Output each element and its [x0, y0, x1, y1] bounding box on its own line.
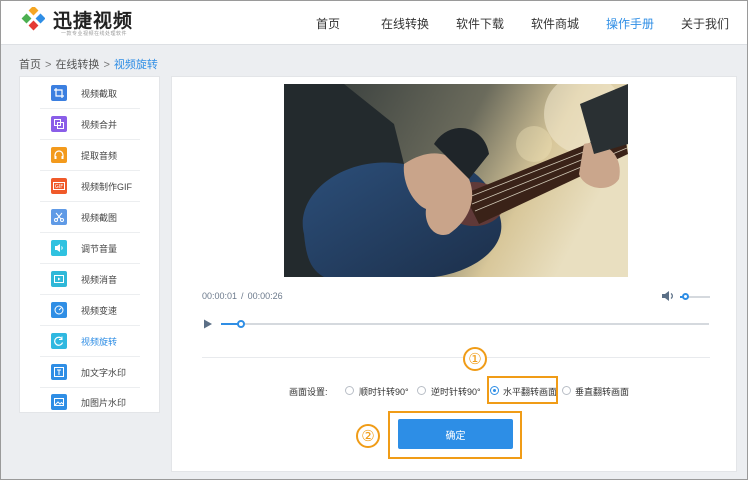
- sidebar-item-video-speed[interactable]: 视频变速: [20, 295, 159, 325]
- nav-home[interactable]: 首页: [316, 15, 340, 32]
- sidebar-item-label: 提取音频: [81, 151, 118, 161]
- radio-rotate-clockwise[interactable]: [345, 386, 354, 395]
- annotation-highlight-flip-horizontal: [487, 376, 558, 404]
- total-duration: 00:00:26: [247, 291, 283, 301]
- picture-settings-label: 画面设置:: [289, 387, 328, 397]
- nav-about[interactable]: 关于我们: [681, 15, 729, 32]
- video-preview[interactable]: [284, 84, 628, 277]
- crop-icon: [51, 85, 67, 101]
- current-time: 00:00:01: [202, 291, 238, 301]
- main-panel: 00:00:01/00:00:26 画面设置: 顺时针转90° 逆时针转90° …: [171, 76, 737, 472]
- play-icon[interactable]: [203, 319, 213, 329]
- annotation-step-2: ②: [356, 424, 380, 448]
- sidebar-item-adjust-volume[interactable]: 调节音量: [20, 233, 159, 263]
- sidebar-item-label: 视频截取: [81, 89, 118, 99]
- content-divider: [202, 357, 710, 358]
- breadcrumb-separator: >: [45, 59, 52, 71]
- annotation-highlight-confirm: [388, 411, 522, 459]
- radio-flip-vertical[interactable]: [562, 386, 571, 395]
- logo-title[interactable]: 迅捷视频: [53, 6, 133, 33]
- volume-icon: [51, 240, 67, 256]
- sidebar-item-label: 视频变速: [81, 306, 118, 316]
- nav-online-convert[interactable]: 在线转换: [381, 15, 429, 32]
- option-flip-vertical-label[interactable]: 垂直翻转画面: [575, 385, 629, 398]
- time-display: 00:00:01/00:00:26: [202, 291, 283, 301]
- sidebar-item-video-merge[interactable]: 视频合并: [20, 109, 159, 139]
- option-rotate-counterclockwise-label[interactable]: 逆时针转90°: [431, 385, 481, 398]
- sidebar-item-label: 加图片水印: [81, 398, 127, 408]
- speaker-icon[interactable]: [661, 290, 675, 302]
- nav-manual[interactable]: 操作手册: [606, 15, 654, 32]
- sidebar-item-label: 视频合并: [81, 120, 118, 130]
- header-divider: [1, 44, 747, 45]
- breadcrumb-current: 视频旋转: [113, 59, 158, 71]
- logo-subtitle: 一款专业视频在线处理软件: [61, 31, 128, 37]
- text-watermark-icon: [51, 364, 67, 380]
- time-separator: /: [241, 291, 244, 301]
- volume-slider-handle[interactable]: [682, 293, 689, 300]
- sidebar-item-video-gif[interactable]: GIF 视频制作GIF: [20, 171, 159, 201]
- rotate-icon: [51, 333, 67, 349]
- breadcrumb-online-convert[interactable]: 在线转换: [55, 59, 99, 71]
- nav-software-store[interactable]: 软件商城: [531, 15, 579, 32]
- sidebar-item-label: 视频消音: [81, 275, 118, 285]
- logo-icon: [21, 7, 45, 31]
- sidebar-item-text-watermark[interactable]: 加文字水印: [20, 357, 159, 387]
- progress-bar-track[interactable]: [221, 323, 709, 325]
- merge-icon: [51, 116, 67, 132]
- option-rotate-clockwise-label[interactable]: 顺时针转90°: [359, 385, 409, 398]
- sidebar-item-label: 调节音量: [81, 244, 118, 254]
- headphones-icon: [51, 147, 67, 163]
- breadcrumb: 首页 > 在线转换 > 视频旋转: [19, 56, 158, 72]
- sidebar-item-video-trim[interactable]: 视频截取: [20, 78, 159, 108]
- sidebar-item-label: 视频旋转: [81, 337, 118, 347]
- nav-software-download[interactable]: 软件下载: [456, 15, 504, 32]
- sidebar-item-label: 视频截图: [81, 213, 118, 223]
- video-frame-guitar: [284, 84, 628, 277]
- svg-text:GIF: GIF: [55, 184, 63, 190]
- gif-icon: GIF: [51, 178, 67, 194]
- sidebar-item-extract-audio[interactable]: 提取音频: [20, 140, 159, 170]
- sidebar: 视频截取 视频合并 提取音频 GIF 视频制作GIF 视频截图 调节音量 视频消…: [19, 76, 160, 413]
- image-watermark-icon: [51, 394, 67, 410]
- scissors-icon: [51, 209, 67, 225]
- radio-rotate-counterclockwise[interactable]: [417, 386, 426, 395]
- breadcrumb-separator: >: [103, 59, 110, 71]
- annotation-step-1: ①: [463, 347, 487, 371]
- sidebar-item-video-mute[interactable]: 视频消音: [20, 264, 159, 294]
- site-header: 迅捷视频 一款专业视频在线处理软件 首页 在线转换 软件下载 软件商城 操作手册…: [1, 1, 747, 44]
- breadcrumb-home[interactable]: 首页: [19, 59, 41, 71]
- sidebar-item-video-rotate[interactable]: 视频旋转: [20, 326, 159, 356]
- speed-icon: [51, 302, 67, 318]
- sidebar-item-video-screenshot[interactable]: 视频截图: [20, 202, 159, 232]
- mute-icon: [51, 271, 67, 287]
- sidebar-item-image-watermark[interactable]: 加图片水印: [20, 387, 159, 417]
- progress-bar-handle[interactable]: [237, 320, 245, 328]
- sidebar-item-label: 视频制作GIF: [81, 182, 132, 192]
- sidebar-item-label: 加文字水印: [81, 368, 127, 378]
